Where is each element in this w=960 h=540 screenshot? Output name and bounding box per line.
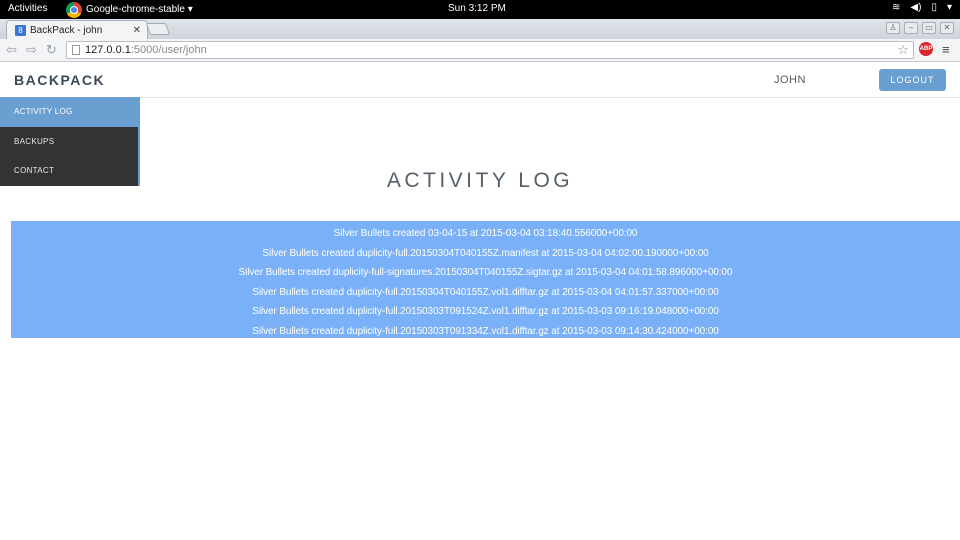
chevron-down-icon: ▾ [946,2,952,13]
maximize-button[interactable]: ▭ [922,22,936,34]
forward-icon[interactable]: ⇨ [26,42,37,58]
page-icon [72,45,80,55]
status-menu[interactable]: ≋ ◀) ▯ ▾ [892,2,952,13]
log-entry: Silver Bullets created duplicity-full.20… [252,306,719,318]
reload-icon[interactable]: ↻ [46,42,57,58]
page-title: ACTIVITY LOG [386,169,574,192]
url-host: 127.0.0.1 [85,44,131,56]
os-top-bar: Activities Google-chrome-stable ▾ Sun 3:… [0,0,960,19]
log-entry: Silver Bullets created duplicity-full.20… [252,286,719,298]
activities-button[interactable]: Activities [8,3,47,14]
log-entry: Silver Bullets created 03-04-15 at 2015-… [333,228,638,239]
favicon-icon: 8 [15,24,26,36]
brand-logo[interactable]: BACKPACK [14,72,105,88]
profile-icon[interactable]: ♙ [886,22,900,34]
app-menu-label: Google-chrome-stable ▾ [86,4,193,15]
user-name: JOHN [774,74,806,86]
close-window-button[interactable]: ✕ [940,22,954,34]
volume-icon: ◀) [910,2,922,13]
tab-strip: 8 BackPack - john ✕ ♙ – ▭ ✕ [0,19,960,39]
sidebar-item-activity-log[interactable]: ACTIVITY LOG [0,97,138,127]
app-navbar: BACKPACK JOHN LOGOUT [0,62,960,98]
window-controls: ♙ – ▭ ✕ [886,22,954,34]
bookmark-star-icon[interactable]: ☆ [897,42,909,58]
battery-icon: ▯ [931,2,937,13]
new-tab-button[interactable] [145,23,171,35]
sidebar-item-backups[interactable]: BACKUPS [0,127,138,157]
log-entry: Silver Bullets created duplicity-full-si… [238,267,733,279]
adblock-icon[interactable]: ABP [919,42,933,56]
clock[interactable]: Sun 3:12 PM [448,3,506,14]
back-icon[interactable]: ⇦ [6,42,17,58]
minimize-button[interactable]: – [904,22,918,34]
browser-tab[interactable]: 8 BackPack - john ✕ [6,20,148,39]
chrome-icon [66,1,82,18]
url-path: :5000/user/john [130,44,207,56]
address-bar[interactable]: 127.0.0.1:5000/user/john ☆ [66,41,914,59]
log-entry: Silver Bullets created duplicity-full.20… [252,325,719,337]
web-page: BACKPACK JOHN LOGOUT ACTIVITY LOG BACKUP… [0,62,960,540]
app-menu[interactable]: Google-chrome-stable ▾ [66,1,193,18]
log-entry: Silver Bullets created duplicity-full.20… [262,247,709,259]
hamburger-menu-icon[interactable]: ≡ [942,42,950,58]
browser-toolbar: ⇦ ⇨ ↻ 127.0.0.1:5000/user/john ☆ ABP ≡ [0,39,960,62]
close-icon[interactable]: ✕ [133,25,141,36]
activity-log-list: Silver Bullets created 03-04-15 at 2015-… [11,221,960,338]
logout-button[interactable]: LOGOUT [879,69,946,91]
tab-title: BackPack - john [30,24,103,36]
wifi-icon: ≋ [892,2,901,13]
